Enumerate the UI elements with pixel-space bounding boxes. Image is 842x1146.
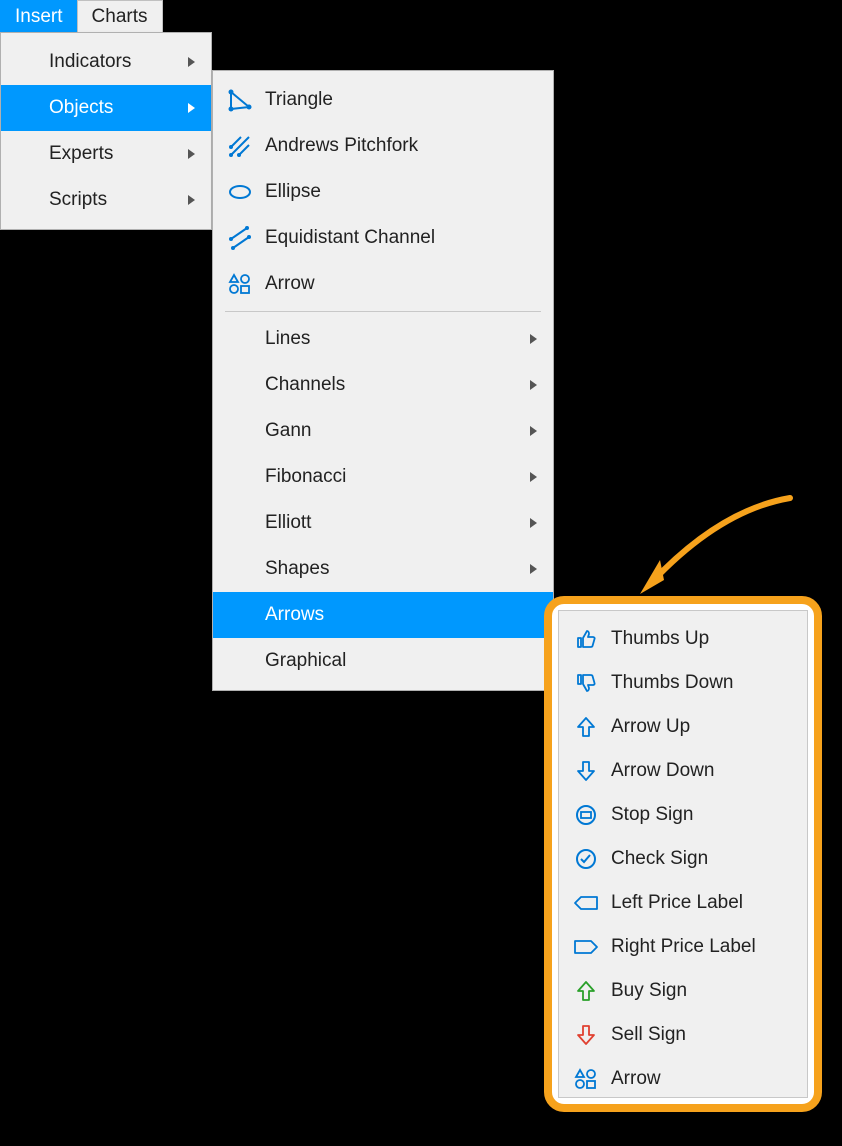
menu-item-lines[interactable]: Lines [213,316,553,362]
menu-label: Elliott [265,512,512,534]
menu-item-arrows[interactable]: Arrows [213,592,553,638]
menu-item-arrow-up[interactable]: Arrow Up [559,705,807,749]
submenu-caret-icon [530,472,537,482]
menu-item-indicators[interactable]: Indicators [1,39,211,85]
menu-label: Channels [265,374,512,396]
objects-submenu: Triangle Andrews Pitchfork Ellipse Equid… [212,70,554,691]
submenu-caret-icon [530,334,537,344]
menu-label: Ellipse [265,181,553,203]
buy-sign-icon [573,978,599,1004]
menu-label: Andrews Pitchfork [265,135,553,157]
menu-label: Buy Sign [611,980,807,1002]
menu-item-elliott[interactable]: Elliott [213,500,553,546]
menu-item-channels[interactable]: Channels [213,362,553,408]
tab-insert[interactable]: Insert [0,0,78,32]
menu-item-fibonacci[interactable]: Fibonacci [213,454,553,500]
menu-label: Scripts [49,189,170,211]
menubar: Insert Charts [0,0,162,32]
thumbs-up-icon [573,626,599,652]
menu-label: Indicators [49,51,170,73]
submenu-caret-icon [530,380,537,390]
menu-item-sell-sign[interactable]: Sell Sign [559,1013,807,1057]
menu-item-arrow-shapes[interactable]: Arrow [213,261,553,307]
left-price-label-icon [573,890,599,916]
menu-item-arrow-down[interactable]: Arrow Down [559,749,807,793]
menu-item-andrews-pitchfork[interactable]: Andrews Pitchfork [213,123,553,169]
menu-label: Arrow [265,273,553,295]
menu-item-shapes[interactable]: Shapes [213,546,553,592]
menu-item-stop-sign[interactable]: Stop Sign [559,793,807,837]
separator [225,311,541,312]
menu-item-triangle[interactable]: Triangle [213,77,553,123]
menu-item-left-price-label[interactable]: Left Price Label [559,881,807,925]
menu-label: Arrow [611,1068,807,1090]
menu-item-buy-sign[interactable]: Buy Sign [559,969,807,1013]
menu-item-check-sign[interactable]: Check Sign [559,837,807,881]
menu-item-thumbs-down[interactable]: Thumbs Down [559,661,807,705]
submenu-caret-icon [530,518,537,528]
channel-icon [227,225,253,251]
menu-item-scripts[interactable]: Scripts [1,177,211,223]
arrow-up-icon [573,714,599,740]
menu-item-arrow[interactable]: Arrow [559,1057,807,1101]
insert-menu: Indicators Objects Experts Scripts [0,32,212,230]
menu-label: Experts [49,143,170,165]
arrows-submenu: Thumbs Up Thumbs Down Arrow Up Arrow Dow… [558,610,808,1098]
menu-label: Lines [265,328,512,350]
submenu-caret-icon [188,57,195,67]
menu-label: Gann [265,420,512,442]
shapes-icon [227,271,253,297]
menu-label: Triangle [265,89,553,111]
menu-item-experts[interactable]: Experts [1,131,211,177]
menu-item-right-price-label[interactable]: Right Price Label [559,925,807,969]
menu-label: Arrows [265,604,553,626]
menu-item-gann[interactable]: Gann [213,408,553,454]
submenu-caret-icon [188,149,195,159]
sell-sign-icon [573,1022,599,1048]
triangle-icon [227,87,253,113]
menu-label: Shapes [265,558,512,580]
arrow-down-icon [573,758,599,784]
menu-label: Fibonacci [265,466,512,488]
menu-item-equidistant-channel[interactable]: Equidistant Channel [213,215,553,261]
thumbs-down-icon [573,670,599,696]
submenu-caret-icon [188,195,195,205]
shapes-icon [573,1066,599,1092]
menu-label: Arrow Up [611,716,807,738]
check-sign-icon [573,846,599,872]
menu-label: Equidistant Channel [265,227,553,249]
submenu-caret-icon [530,426,537,436]
submenu-caret-icon [530,564,537,574]
menu-label: Objects [49,97,170,119]
arrows-callout: Thumbs Up Thumbs Down Arrow Up Arrow Dow… [544,596,822,1112]
menu-item-ellipse[interactable]: Ellipse [213,169,553,215]
ellipse-icon [227,179,253,205]
menu-item-thumbs-up[interactable]: Thumbs Up [559,617,807,661]
menu-label: Check Sign [611,848,807,870]
stop-sign-icon [573,802,599,828]
pitchfork-icon [227,133,253,159]
menu-label: Sell Sign [611,1024,807,1046]
submenu-caret-icon [188,103,195,113]
tab-charts[interactable]: Charts [77,0,163,32]
callout-arrow-icon [630,490,800,610]
right-price-label-icon [573,934,599,960]
menu-label: Left Price Label [611,892,807,914]
menu-label: Arrow Down [611,760,807,782]
menu-item-objects[interactable]: Objects [1,85,211,131]
menu-label: Thumbs Down [611,672,807,694]
menu-label: Right Price Label [611,936,807,958]
menu-label: Thumbs Up [611,628,807,650]
menu-label: Stop Sign [611,804,807,826]
menu-item-graphical[interactable]: Graphical [213,638,553,684]
menu-label: Graphical [265,650,553,672]
